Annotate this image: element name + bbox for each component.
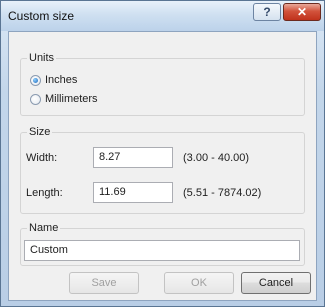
dialog-body: Units Inches Millimeters Size Width: 8.2… [8,31,317,301]
size-group: Size Width: 8.27 (3.00 - 40.00) Length: … [20,126,305,214]
radio-millimeters[interactable]: Millimeters [30,93,98,105]
name-group-label: Name [27,222,61,234]
title-bar[interactable]: Custom size ? ✕ [1,1,324,31]
width-field[interactable]: 8.27 [93,147,173,168]
radio-inches-indicator[interactable] [30,74,41,86]
cancel-button[interactable]: Cancel [241,272,311,294]
ok-button[interactable]: OK [164,272,234,294]
save-button[interactable]: Save [69,272,139,294]
name-group: Name Custom [20,222,305,266]
length-range: (5.51 - 7874.02) [183,187,262,199]
custom-size-dialog: Custom size ? ✕ Units Inches Millimeters… [0,0,325,307]
radio-millimeters-label[interactable]: Millimeters [45,93,98,105]
radio-selected-dot [33,77,38,83]
length-field[interactable]: 11.69 [93,182,173,203]
radio-inches[interactable]: Inches [30,74,77,86]
radio-millimeters-indicator[interactable] [30,93,41,105]
name-field[interactable]: Custom [24,240,300,261]
width-label: Width: [26,152,58,164]
close-button[interactable]: ✕ [283,3,321,21]
help-button[interactable]: ? [253,3,281,21]
radio-inches-label[interactable]: Inches [45,74,77,86]
width-range: (3.00 - 40.00) [183,152,250,164]
size-group-label: Size [27,126,53,138]
dialog-title: Custom size [8,9,75,23]
length-label: Length: [26,187,63,199]
units-group: Units Inches Millimeters [20,52,305,116]
units-group-label: Units [27,52,57,64]
